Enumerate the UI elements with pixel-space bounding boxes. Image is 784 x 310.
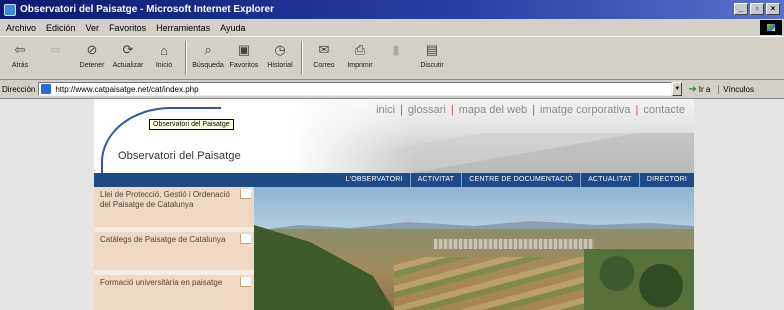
print-label: Imprimir — [347, 62, 373, 69]
landscape-photo — [254, 187, 694, 310]
menu-archivo[interactable]: Archivo — [6, 23, 36, 33]
back-label: Atrás — [11, 62, 29, 69]
discuss-button[interactable]: ▤ Discutir — [414, 37, 450, 79]
nav-directori[interactable]: DIRECTORI — [638, 173, 694, 187]
site-logo-name[interactable]: Observatori del Paisatge — [118, 150, 241, 162]
address-input[interactable]: http://www.catpaisatge.net/cat/index.php — [38, 82, 673, 96]
search-label: Búsqueda — [192, 62, 224, 69]
nav-centre-documentacio[interactable]: CENTRE DE DOCUMENTACIÓ — [461, 173, 580, 187]
main-nav: L'OBSERVATORI ACTIVITAT CENTRE DE DOCUME… — [94, 173, 694, 187]
photo-trees — [584, 249, 694, 310]
link-contacte[interactable]: contacte — [638, 104, 690, 116]
stop-icon: ⊘ — [86, 42, 98, 57]
discuss-label: Discutir — [420, 62, 444, 69]
search-button[interactable]: ⌕ Búsqueda — [190, 37, 226, 79]
nav-lobservatori[interactable]: L'OBSERVATORI — [339, 173, 410, 187]
standard-toolbar: ⇦ Atrás ⇨ ⊘ Detener ⟳ Actualizar ⌂ Inici… — [0, 36, 784, 80]
stop-label: Detener — [79, 62, 105, 69]
link-mapa-del-web[interactable]: mapa del web — [454, 104, 533, 116]
sidebar-item-label: Formació universitària en paisatge — [100, 278, 223, 287]
window-titlebar: Observatori del Paisatge - Microsoft Int… — [0, 0, 784, 19]
print-button[interactable]: ⎙ Imprimir — [342, 37, 378, 79]
site-header: Observatori del Paisatge Observatori del… — [94, 99, 694, 187]
sidebar-item-catalegs[interactable]: Catàlegs de Paisatge de Catalunya — [94, 232, 254, 270]
links-button[interactable]: Vínculos — [718, 84, 754, 94]
sidebar-item-formacio[interactable]: Formació universitària en paisatge — [94, 275, 254, 310]
forward-arrow-icon: ⇨ — [50, 42, 62, 57]
edit-button[interactable]: ▮ — [378, 37, 414, 79]
website: Observatori del Paisatge Observatori del… — [94, 99, 694, 310]
refresh-button[interactable]: ⟳ Actualizar — [110, 37, 146, 79]
go-arrow-icon: ➔ — [688, 83, 697, 95]
folded-corner-icon — [240, 233, 252, 244]
go-label: Ir a — [698, 84, 711, 94]
history-icon: ◷ — [274, 42, 286, 57]
favorites-button[interactable]: ▣ Favoritos — [226, 37, 262, 79]
menu-bar: Archivo Edición Ver Favoritos Herramient… — [0, 19, 784, 36]
favorites-label: Favoritos — [229, 62, 259, 69]
ie-icon — [4, 3, 16, 16]
menu-ayuda[interactable]: Ayuda — [220, 23, 245, 33]
search-icon: ⌕ — [204, 42, 212, 57]
sidebar: Llei de Protecció, Gestió i Ordenació de… — [94, 187, 254, 310]
back-arrow-icon: ⇦ — [14, 42, 26, 57]
address-dropdown-button[interactable]: ▼ — [672, 82, 683, 96]
toolbar-separator — [301, 41, 303, 75]
forward-button[interactable]: ⇨ — [38, 37, 74, 79]
menu-favoritos[interactable]: Favoritos — [109, 23, 146, 33]
mail-icon: ✉ — [318, 42, 330, 57]
link-inici[interactable]: inici — [371, 104, 400, 116]
refresh-label: Actualizar — [112, 62, 144, 69]
menu-herramientas[interactable]: Herramientas — [156, 23, 210, 33]
back-button[interactable]: ⇦ Atrás — [2, 37, 38, 79]
go-button[interactable]: ➔ Ir a — [688, 84, 710, 95]
address-label: Dirección — [2, 84, 36, 94]
minimize-button[interactable]: _ — [734, 3, 748, 15]
folded-corner-icon — [240, 188, 252, 199]
top-links: inici | glossari | mapa del web | imatge… — [371, 104, 690, 116]
home-icon: ⌂ — [160, 42, 168, 58]
link-imatge-corporativa[interactable]: imatge corporativa — [535, 104, 636, 116]
toolbar-separator — [185, 41, 187, 75]
sidebar-item-label: Catàlegs de Paisatge de Catalunya — [100, 235, 226, 244]
window-controls: _ ▫ × — [734, 3, 780, 15]
nav-activitat[interactable]: ACTIVITAT — [409, 173, 462, 187]
windows-logo-icon — [760, 20, 782, 35]
mail-button[interactable]: ✉ Correo — [306, 37, 342, 79]
printer-icon: ⎙ — [354, 42, 366, 57]
menu-ver[interactable]: Ver — [86, 23, 100, 33]
link-glossari[interactable]: glossari — [403, 104, 451, 116]
menu-edicion[interactable]: Edición — [46, 23, 76, 33]
folded-corner-icon — [240, 276, 252, 287]
photo-village — [434, 239, 594, 249]
mail-label: Correo — [313, 62, 335, 69]
refresh-icon: ⟳ — [122, 42, 134, 57]
edit-icon: ▮ — [392, 42, 400, 57]
favorites-folder-icon: ▣ — [237, 42, 251, 57]
nav-actualitat[interactable]: ACTUALITAT — [580, 173, 639, 187]
discuss-icon: ▤ — [425, 42, 439, 57]
sidebar-item-label: Llei de Protecció, Gestió i Ordenació de… — [100, 190, 230, 209]
close-button[interactable]: × — [766, 3, 780, 15]
page-icon — [41, 84, 52, 94]
window-title: Observatori del Paisatge - Microsoft Int… — [20, 4, 274, 15]
sidebar-item-llei[interactable]: Llei de Protecció, Gestió i Ordenació de… — [94, 187, 254, 227]
home-button[interactable]: ⌂ Inicio — [146, 37, 182, 79]
home-label: Inicio — [155, 62, 173, 69]
history-label: Historial — [267, 62, 293, 69]
tooltip: Observatori del Paisatge — [149, 119, 234, 130]
history-button[interactable]: ◷ Historial — [262, 37, 298, 79]
page-viewport: Observatori del Paisatge Observatori del… — [0, 99, 784, 310]
address-bar: Dirección http://www.catpaisatge.net/cat… — [0, 80, 784, 99]
stop-button[interactable]: ⊘ Detener — [74, 37, 110, 79]
address-url: http://www.catpaisatge.net/cat/index.php — [55, 84, 199, 94]
maximize-button[interactable]: ▫ — [750, 3, 764, 15]
